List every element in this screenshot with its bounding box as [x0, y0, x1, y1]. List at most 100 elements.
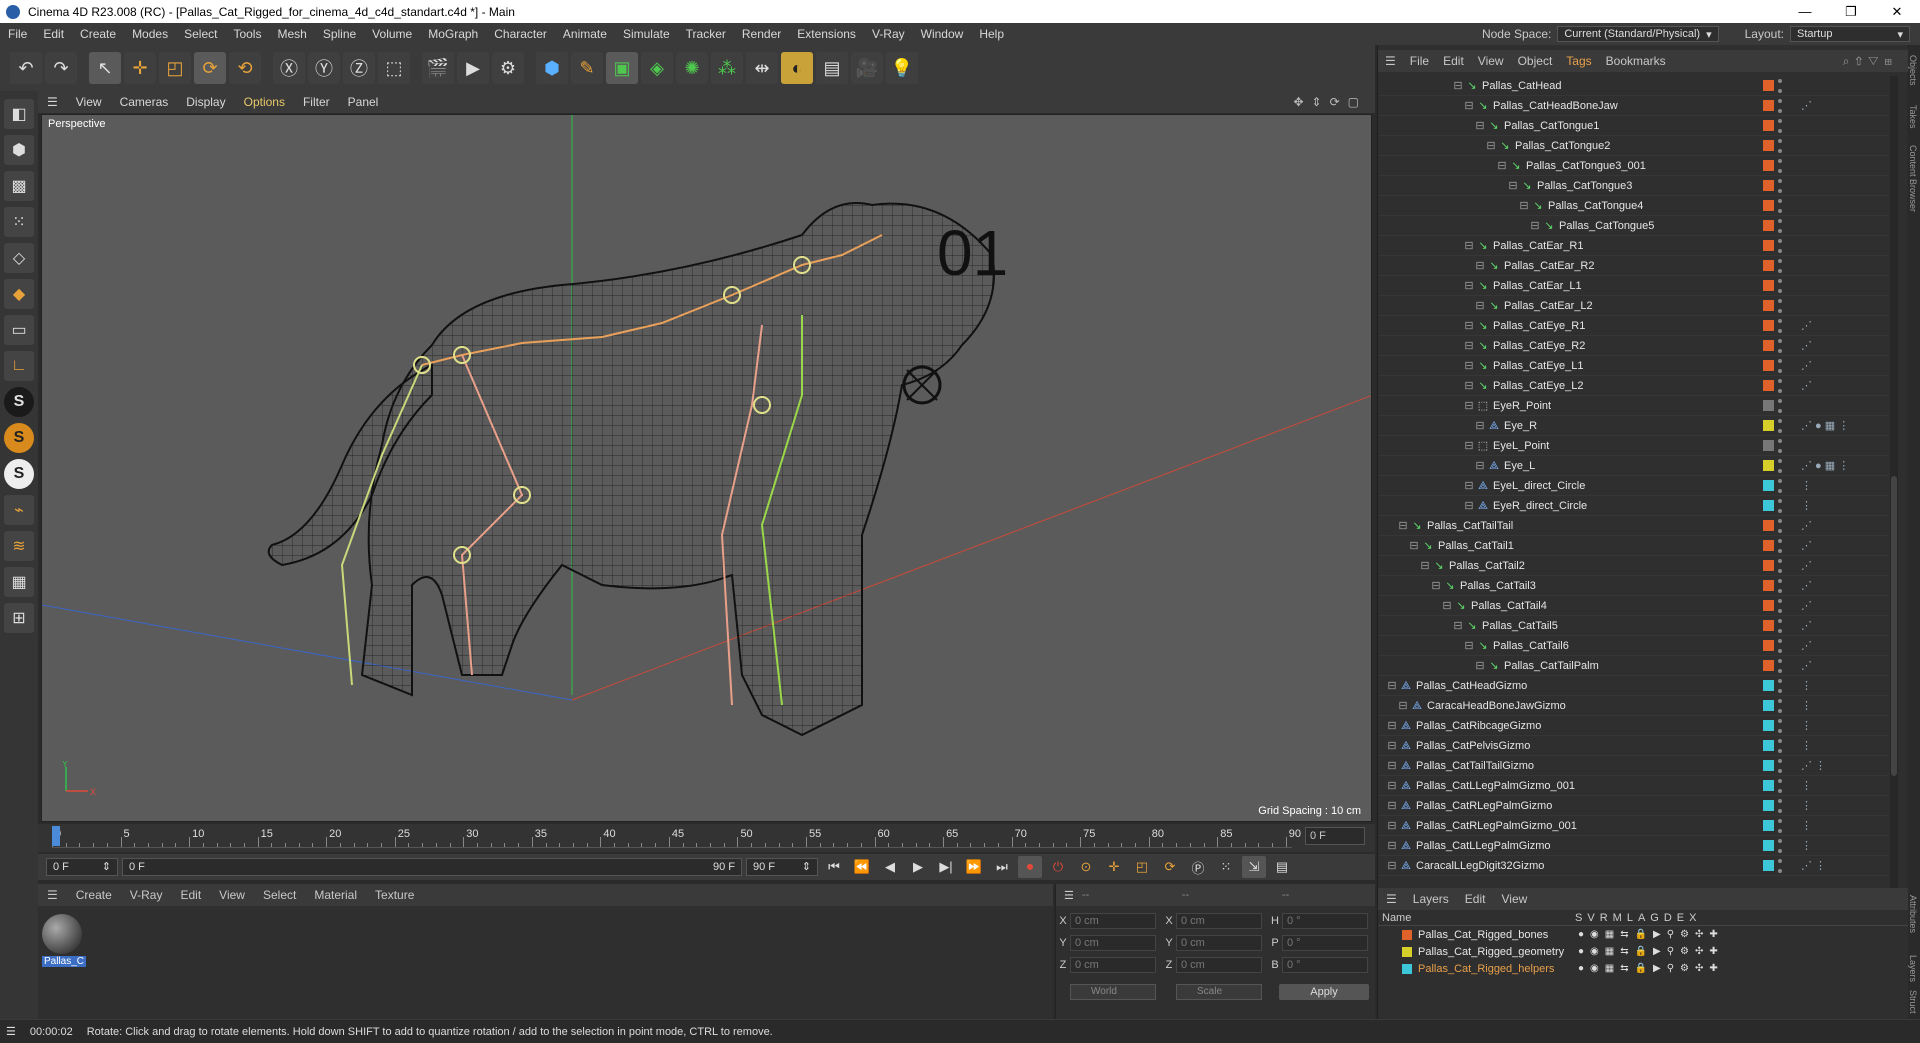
viewport-menu-panel[interactable]: Panel	[339, 95, 388, 109]
snap-icon[interactable]: S	[4, 387, 34, 417]
layer-color-swatch[interactable]	[1763, 860, 1774, 871]
viewport-menu-view[interactable]: View	[67, 95, 111, 109]
object-tags-icon[interactable]: ⋰ ⋮	[1801, 859, 1826, 872]
layer-color-swatch[interactable]	[1402, 946, 1412, 957]
object-row[interactable]: ⊟ ⟁ Pallas_CatRibcageGizmo ⋮	[1378, 716, 1888, 736]
object-row[interactable]: ⊟ ⟁ EyeR_direct_Circle ⋮	[1378, 496, 1888, 516]
material-name[interactable]: Pallas_C	[42, 956, 86, 967]
expand-toggle-icon[interactable]: ⊟	[1463, 240, 1475, 252]
viewport-menu-cameras[interactable]: Cameras	[111, 95, 178, 109]
object-row[interactable]: ⊟ ↘ Pallas_CatTongue3_001	[1378, 156, 1888, 176]
object-row[interactable]: ⊟ ↘ Pallas_CatTongue5	[1378, 216, 1888, 236]
menu-mesh[interactable]: Mesh	[269, 27, 314, 41]
layer-color-swatch[interactable]	[1763, 140, 1774, 151]
expand-toggle-icon[interactable]: ⊟	[1474, 120, 1486, 132]
position-x-field[interactable]: 0 cm	[1070, 913, 1156, 929]
perspective-viewport[interactable]: 01 Perspective Y X Grid Spacing : 10 cm	[41, 114, 1372, 822]
visibility-dots-icon[interactable]	[1778, 278, 1782, 293]
visibility-dots-icon[interactable]	[1778, 258, 1782, 273]
snap-workplane-icon[interactable]: S	[4, 459, 34, 489]
key-parameter-icon[interactable]: Ⓟ	[1186, 856, 1210, 878]
layer-color-swatch[interactable]	[1763, 440, 1774, 451]
maximize-button[interactable]: ❐	[1828, 4, 1874, 20]
object-row[interactable]: ⊟ ↘ Pallas_CatEar_R1	[1378, 236, 1888, 256]
expand-toggle-icon[interactable]: ⊟	[1386, 720, 1398, 732]
object-tags-icon[interactable]: ⋮	[1801, 739, 1812, 752]
rotation-h-field[interactable]: 0 °	[1282, 913, 1368, 929]
expand-toggle-icon[interactable]: ⊟	[1419, 560, 1431, 572]
menu-edit[interactable]: Edit	[35, 27, 72, 41]
layer-color-swatch[interactable]	[1763, 300, 1774, 311]
size-y-field[interactable]: 0 cm	[1176, 935, 1262, 951]
visibility-dots-icon[interactable]	[1778, 398, 1782, 413]
key-scale-icon[interactable]: ◰	[1130, 856, 1154, 878]
previous-frame-icon[interactable]: ◀	[878, 856, 902, 878]
layer-color-swatch[interactable]	[1402, 929, 1412, 940]
play-icon[interactable]: ▶	[906, 856, 930, 878]
material-menu-view[interactable]: View	[210, 888, 254, 902]
menu-animate[interactable]: Animate	[555, 27, 615, 41]
uv-mode-icon[interactable]: ▭	[4, 315, 34, 345]
expand-toggle-icon[interactable]: ⊟	[1463, 400, 1475, 412]
object-row[interactable]: ⊟ ↘ Pallas_CatEye_R2 ⋰	[1378, 336, 1888, 356]
object-tags-icon[interactable]: ⋰	[1801, 539, 1812, 552]
visibility-dots-icon[interactable]	[1778, 658, 1782, 673]
menu-spline[interactable]: Spline	[315, 27, 364, 41]
expand-toggle-icon[interactable]: ⊟	[1386, 760, 1398, 772]
go-to-end-icon[interactable]: ⏭	[990, 856, 1014, 878]
tweak-mode-icon[interactable]: ⌁	[4, 495, 34, 525]
side-tab-struct[interactable]: Struct	[1908, 990, 1918, 1014]
object-tags-icon[interactable]: ⋰	[1801, 379, 1812, 392]
layer-color-swatch[interactable]	[1763, 260, 1774, 271]
layer-color-swatch[interactable]	[1763, 180, 1774, 191]
current-frame-field[interactable]: 0 F	[1305, 827, 1365, 845]
visibility-dots-icon[interactable]	[1778, 158, 1782, 173]
visibility-dots-icon[interactable]	[1778, 118, 1782, 133]
object-menu-bookmarks[interactable]: Bookmarks	[1599, 54, 1673, 68]
expand-toggle-icon[interactable]: ⊟	[1408, 540, 1420, 552]
visibility-dots-icon[interactable]	[1778, 318, 1782, 333]
object-row[interactable]: ⊟ ↘ Pallas_CatTail3 ⋰	[1378, 576, 1888, 596]
expand-toggle-icon[interactable]: ⊟	[1518, 200, 1530, 212]
subdivision-icon[interactable]: ▣	[606, 52, 638, 84]
visibility-dots-icon[interactable]	[1778, 778, 1782, 793]
visibility-dots-icon[interactable]	[1778, 818, 1782, 833]
layer-color-swatch[interactable]	[1763, 600, 1774, 611]
layer-color-swatch[interactable]	[1763, 660, 1774, 671]
object-row[interactable]: ⊟ ↘ Pallas_CatEye_R1 ⋰	[1378, 316, 1888, 336]
go-to-start-icon[interactable]: ⏮	[822, 856, 846, 878]
visibility-dots-icon[interactable]	[1778, 678, 1782, 693]
scrollbar-thumb[interactable]	[1891, 476, 1897, 776]
hamburger-icon[interactable]: ☰	[1056, 889, 1082, 902]
object-row[interactable]: ⊟ ↘ Pallas_CatTongue2	[1378, 136, 1888, 156]
size-x-field[interactable]: 0 cm	[1176, 913, 1262, 929]
viewport-menu-display[interactable]: Display	[177, 95, 234, 109]
object-row[interactable]: ⊟ ⟁ CaracalLLegDigit32Gizmo ⋰ ⋮	[1378, 856, 1888, 876]
layer-color-swatch[interactable]	[1763, 200, 1774, 211]
visibility-dots-icon[interactable]	[1778, 238, 1782, 253]
live-selection-icon[interactable]: ↖	[89, 52, 121, 84]
visibility-dots-icon[interactable]	[1778, 298, 1782, 313]
expand-toggle-icon[interactable]: ⊟	[1474, 260, 1486, 272]
menu-tools[interactable]: Tools	[225, 27, 269, 41]
expand-toggle-icon[interactable]: ⊟	[1452, 620, 1464, 632]
layer-flag-icons[interactable]: ●◉▦⇆🔒▶⚲⚙✣✚	[1578, 946, 1724, 957]
material-menu-texture[interactable]: Texture	[366, 888, 423, 902]
make-editable-icon[interactable]: ◧	[4, 99, 34, 129]
menu-render[interactable]: Render	[734, 27, 789, 41]
expand-toggle-icon[interactable]: ⊟	[1463, 440, 1475, 452]
object-row[interactable]: ⊟ ↘ Pallas_CatTailPalm ⋰	[1378, 656, 1888, 676]
layer-color-swatch[interactable]	[1763, 680, 1774, 691]
object-row[interactable]: ⊟ ⟁ Pallas_CatRLegPalmGizmo_001 ⋮	[1378, 816, 1888, 836]
object-menu-file[interactable]: File	[1403, 54, 1436, 68]
object-tags-icon[interactable]: ⋮	[1801, 699, 1812, 712]
object-tags-icon[interactable]: ⋰ ● ▦ ⋮	[1801, 419, 1849, 432]
object-tree-scrollbar[interactable]	[1890, 76, 1898, 916]
layer-color-swatch[interactable]	[1763, 100, 1774, 111]
expand-toggle-icon[interactable]: ⊟	[1397, 520, 1409, 532]
hamburger-icon[interactable]: ☰	[1378, 54, 1403, 68]
layer-flag-icons[interactable]: ●◉▦⇆🔒▶⚲⚙✣✚	[1578, 929, 1724, 940]
visibility-dots-icon[interactable]	[1778, 98, 1782, 113]
layout-select[interactable]: Startup ▾	[1790, 26, 1910, 42]
object-tags-icon[interactable]: ⋰	[1801, 639, 1812, 652]
